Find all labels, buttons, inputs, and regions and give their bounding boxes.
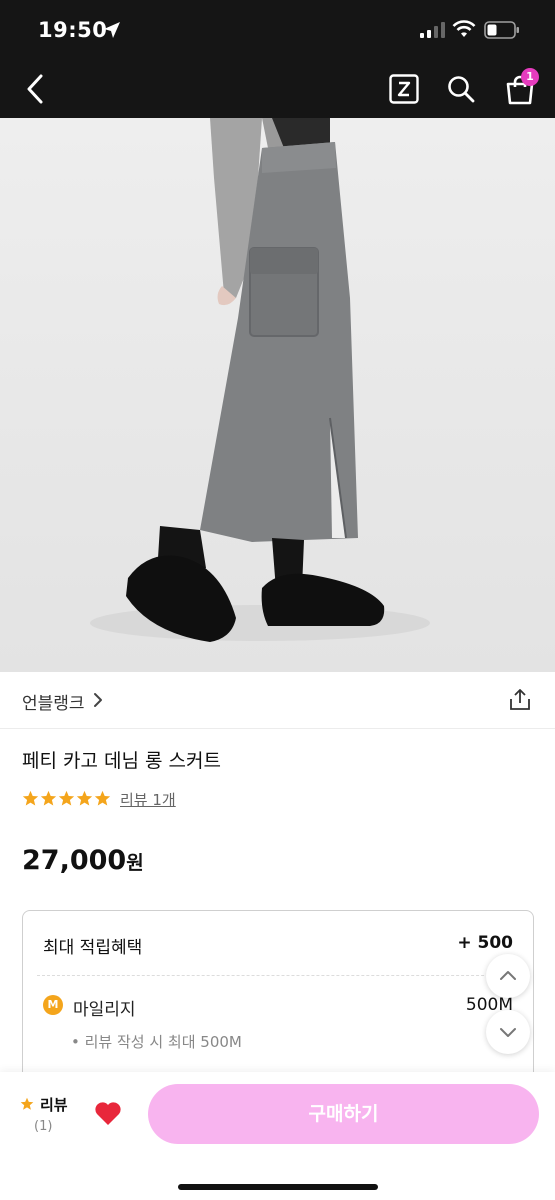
battery-icon (484, 21, 519, 39)
mileage-note: • 리뷰 작성 시 최대 500M (71, 1033, 242, 1051)
home-indicator[interactable] (178, 1184, 378, 1190)
share-icon[interactable] (508, 688, 532, 712)
price-currency: 원 (126, 852, 144, 874)
cart-count-badge: 1 (521, 68, 539, 86)
scroll-up-button[interactable] (486, 954, 530, 998)
product-image[interactable] (0, 118, 555, 672)
status-bar: 19:50 (0, 18, 555, 46)
store-row[interactable]: 언블랭크 (0, 672, 555, 729)
rating-stars (22, 790, 112, 808)
store-name[interactable]: 언블랭크 (22, 689, 85, 714)
product-title: 페티 카고 데님 롱 스커트 (22, 750, 221, 772)
benefit-total: + 500 (457, 933, 513, 953)
search-icon[interactable] (446, 74, 476, 104)
star-icon (94, 790, 111, 806)
status-time: 19:50 (38, 18, 108, 42)
star-icon (22, 790, 39, 806)
skirt-photo-illustration (90, 118, 430, 642)
star-icon (40, 790, 57, 806)
chevron-up-icon (500, 971, 516, 980)
price-amount: 27,000 (22, 845, 127, 876)
star-icon (76, 790, 93, 806)
bottom-action-bar: 리뷰 (1) 구매하기 (0, 1072, 555, 1200)
back-icon[interactable] (20, 72, 50, 106)
chevron-down-icon (500, 1028, 516, 1037)
signal-icon (420, 22, 445, 38)
benefit-heading: 최대 적립혜택 (43, 938, 143, 958)
review-tab-count[interactable]: (1) (34, 1119, 52, 1134)
divider (37, 975, 519, 976)
scroll-down-button[interactable] (486, 1010, 530, 1054)
location-arrow-icon (104, 22, 120, 38)
review-star-icon (20, 1097, 34, 1110)
chevron-right-icon[interactable] (92, 692, 104, 708)
mileage-coin-icon: M (43, 995, 63, 1015)
top-bar: 19:50 1 (0, 0, 555, 118)
review-count-link[interactable]: 리뷰 1개 (120, 789, 176, 810)
buy-button[interactable]: 구매하기 (148, 1084, 539, 1144)
product-price: 27,000원 (22, 845, 144, 876)
heart-icon[interactable] (94, 1100, 122, 1126)
zigzag-z-icon[interactable] (389, 74, 419, 104)
star-icon (58, 790, 75, 806)
review-tab-label[interactable]: 리뷰 (40, 1094, 68, 1115)
mileage-label: 마일리지 (73, 1000, 136, 1020)
wifi-icon (452, 20, 476, 37)
